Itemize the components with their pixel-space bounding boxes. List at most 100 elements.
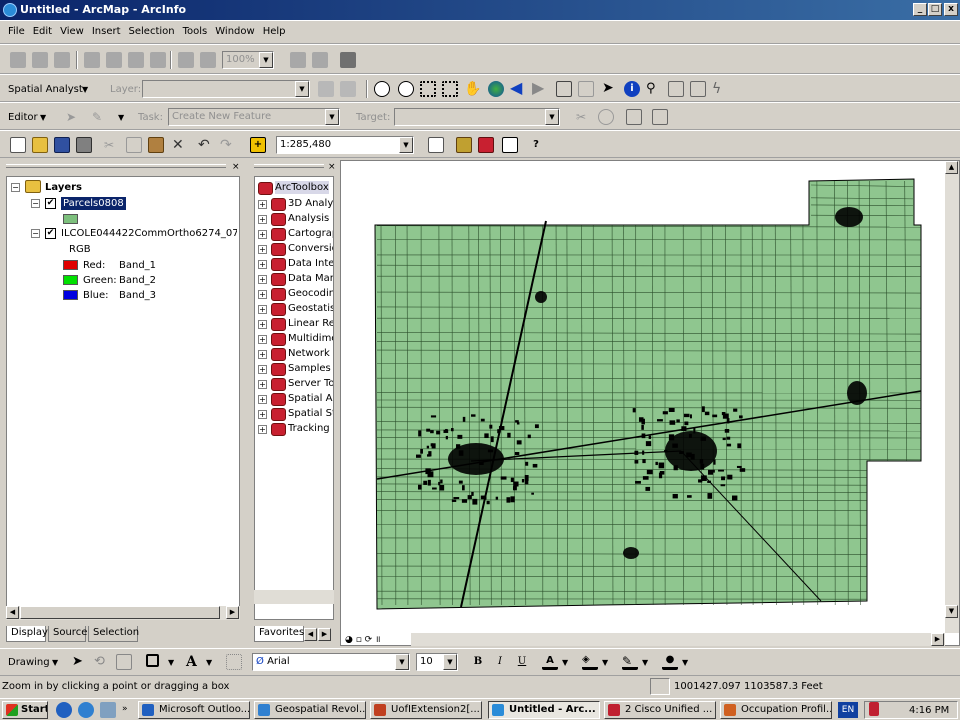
identify-icon[interactable]: i (624, 81, 640, 97)
edit-vertices-icon[interactable] (226, 654, 242, 670)
menu-insert[interactable]: Insert (88, 21, 125, 43)
toolbox-item[interactable]: Data Management (288, 272, 333, 285)
toc-tab-display[interactable]: Display (6, 626, 48, 642)
layer-checkbox[interactable]: ✔ (45, 228, 56, 239)
tool-icon[interactable] (150, 52, 166, 68)
taskbar-button[interactable]: Occupation Profil... (720, 701, 832, 719)
expand-icon[interactable]: + (258, 425, 267, 434)
arctoolbox-icon[interactable] (478, 137, 494, 153)
tool-icon[interactable] (128, 52, 144, 68)
chevron-down-icon[interactable]: ▼ (602, 656, 608, 670)
start-button[interactable]: Start (2, 701, 48, 719)
spatial-analyst-menu[interactable]: Spatial Analyst (8, 83, 83, 97)
parcels-map[interactable] (341, 161, 945, 633)
chevron-down-icon[interactable]: ▼ (40, 111, 46, 125)
task-combo[interactable]: Create New Feature ▼ (168, 108, 340, 126)
select-elements-arrow-icon[interactable]: ➤ (602, 81, 618, 97)
toolbox-tab-favorites[interactable]: Favorites (254, 626, 304, 642)
expand-icon[interactable]: + (258, 380, 267, 389)
select-arrow-icon[interactable]: ➤ (72, 654, 88, 670)
toolbox-item[interactable]: Multidimension (288, 332, 333, 345)
text-tool-icon[interactable]: A (186, 654, 202, 670)
scroll-right-button[interactable]: ▶ (226, 606, 239, 619)
scroll-left-button[interactable]: ◀ (6, 606, 19, 619)
collapse-icon[interactable]: − (11, 183, 20, 192)
panel-grip[interactable] (6, 164, 226, 168)
menu-selection[interactable]: Selection (125, 21, 179, 43)
clear-selection-icon[interactable] (578, 81, 594, 97)
quicklaunch-desktop-icon[interactable] (100, 702, 116, 718)
layer-name-ortho[interactable]: ILCOLE044422CommOrtho6274_070406 (61, 227, 237, 240)
open-folder-icon[interactable] (32, 137, 48, 153)
rectangle-icon[interactable] (146, 654, 159, 667)
taskbar-button[interactable]: Geospatial Revol... (254, 701, 366, 719)
toolbox-item[interactable]: Spatial Analyst (288, 392, 333, 405)
menu-window[interactable]: Window (211, 21, 258, 43)
menu-help[interactable]: Help (259, 21, 290, 43)
zoom-combo[interactable]: 100% ▼ (222, 51, 274, 69)
expand-icon[interactable]: + (258, 215, 267, 224)
expand-icon[interactable]: + (258, 395, 267, 404)
expand-icon[interactable]: + (258, 305, 267, 314)
underline-button[interactable]: U (514, 654, 530, 670)
font-combo[interactable]: Ø Arial ▼ (252, 653, 410, 671)
back-arrow-icon[interactable]: ◀ (510, 80, 526, 97)
print-icon[interactable] (76, 137, 92, 153)
arccatalog-icon[interactable] (456, 137, 472, 153)
toolbox-item[interactable]: 3D Analyst (288, 197, 333, 210)
taskbar-button[interactable]: Microsoft Outloo... (138, 701, 250, 719)
zoom-out-icon[interactable] (398, 81, 414, 97)
tool-icon[interactable] (54, 52, 70, 68)
attributes-icon[interactable] (626, 109, 642, 125)
toolbox-item[interactable]: Samples (288, 362, 331, 375)
measure-icon[interactable] (668, 81, 684, 97)
redo-icon[interactable]: ↷ (220, 137, 236, 153)
pan-hand-icon[interactable]: ✋ (464, 81, 481, 97)
menu-tools[interactable]: Tools (179, 21, 212, 43)
expand-icon[interactable]: + (258, 365, 267, 374)
county-parcels-polygon[interactable] (374, 178, 922, 610)
toc-root[interactable]: Layers (45, 181, 82, 194)
taskbar-button[interactable]: Untitled - Arc... (488, 701, 600, 719)
forward-arrow-icon[interactable]: ▶ (532, 80, 548, 97)
toolbox-item[interactable]: Cartography (288, 227, 333, 240)
chevron-down-icon[interactable]: ▼ (82, 83, 88, 97)
scroll-right-button[interactable]: ▶ (931, 633, 944, 646)
lightning-icon[interactable]: ϟ (712, 81, 728, 97)
layer-checkbox[interactable]: ✔ (45, 198, 56, 209)
marker-color-icon[interactable]: ● (662, 654, 678, 670)
expand-icon[interactable]: + (258, 200, 267, 209)
sketch-properties-icon[interactable] (652, 109, 668, 125)
chevron-down-icon[interactable]: ▼ (118, 111, 124, 125)
add-data-icon[interactable]: + (250, 137, 266, 153)
new-document-icon[interactable] (10, 137, 26, 153)
collapse-icon[interactable]: − (31, 229, 40, 238)
toc-tab-selection[interactable]: Selection (88, 626, 139, 642)
line-color-icon[interactable]: ✎ (622, 654, 638, 670)
toc-tab-source[interactable]: Source (48, 626, 87, 642)
cut-icon[interactable]: ✂ (104, 137, 120, 153)
command-line-icon[interactable] (502, 137, 518, 153)
editor-menu[interactable]: Editor (8, 111, 38, 125)
language-indicator[interactable]: EN (838, 702, 858, 718)
map-scale-combo[interactable]: 1:285,480 ▼ (276, 136, 414, 154)
toolbox-root[interactable]: ArcToolbox (275, 181, 329, 194)
layer-name-parcels[interactable]: Parcels0808 (61, 197, 126, 210)
panel-close-icon[interactable]: × (328, 160, 336, 174)
toolbox-item[interactable]: Data Interop (288, 257, 333, 270)
toc-horizontal-scrollbar[interactable]: ◀ ▶ (6, 606, 240, 620)
menu-file[interactable]: File (4, 21, 29, 43)
map-display[interactable]: ▲ ▼ ▶ ◕ ▫ ⟳ ॥ (340, 160, 960, 646)
toolbox-item[interactable]: Server Tools (288, 377, 333, 390)
find-binoculars-icon[interactable]: ⚲ (646, 81, 662, 97)
chevron-down-icon[interactable]: ▼ (206, 656, 212, 670)
map-vertical-scrollbar[interactable]: ▲ ▼ (945, 161, 959, 633)
tool-icon[interactable] (84, 52, 100, 68)
data-view-icon[interactable]: ◕ ▫ ⟳ ॥ (345, 633, 380, 647)
toolbox-item[interactable]: Geocoding (288, 287, 333, 300)
collapse-icon[interactable]: − (31, 199, 40, 208)
fixed-zoom-in-icon[interactable] (420, 81, 436, 97)
undo-icon[interactable]: ↶ (198, 137, 214, 153)
expand-icon[interactable]: + (258, 260, 267, 269)
rotate-icon[interactable] (598, 109, 614, 125)
